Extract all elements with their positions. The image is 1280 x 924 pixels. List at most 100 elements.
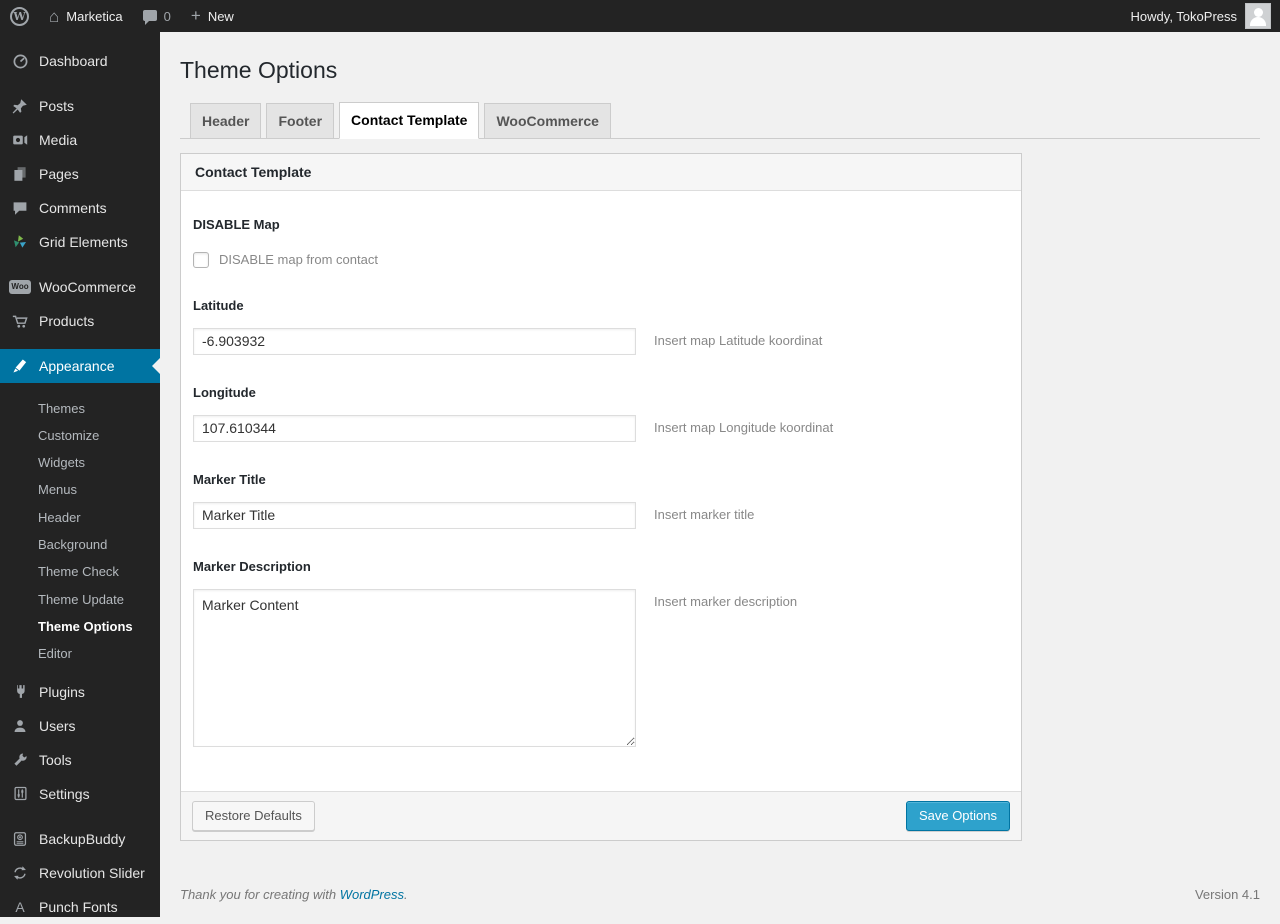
sidebar-item-settings[interactable]: Settings (0, 777, 160, 811)
longitude-input[interactable] (193, 414, 636, 442)
comments-shortcut[interactable]: 0 (133, 0, 181, 32)
refresh-arrows-icon (8, 865, 32, 881)
marker-description-help-text: Insert marker description (654, 593, 798, 609)
users-icon (8, 718, 32, 734)
field-label: Marker Description (193, 558, 311, 574)
panel-body: DISABLE Map DISABLE map from contact Lat… (181, 191, 1021, 791)
sidebar-item-comments[interactable]: Comments (0, 191, 160, 225)
field-label: Latitude (193, 297, 244, 313)
menu-separator (0, 259, 160, 270)
brush-icon (8, 358, 32, 374)
sidebar-item-revolution-slider[interactable]: Revolution Slider (0, 856, 160, 890)
grid-elements-icon (8, 234, 32, 250)
marker-title-input[interactable] (193, 501, 636, 529)
account-menu[interactable]: Howdy, TokoPress (1131, 0, 1280, 32)
sidebar-item-woocommerce[interactable]: Woo WooCommerce (0, 270, 160, 304)
latitude-help-text: Insert map Latitude koordinat (654, 332, 823, 348)
backup-disk-icon (8, 831, 32, 847)
comment-count: 0 (163, 8, 171, 24)
submenu-item-header[interactable]: Header (0, 504, 160, 531)
submenu-item-theme-check[interactable]: Theme Check (0, 559, 160, 586)
marker-title-help-text: Insert marker title (654, 506, 755, 522)
submenu-item-theme-update[interactable]: Theme Update (0, 586, 160, 613)
tab-header[interactable]: Header (190, 102, 262, 138)
comment-icon (8, 200, 32, 216)
sidebar-item-punch-fonts[interactable]: A Punch Fonts (0, 890, 160, 924)
submenu-item-themes[interactable]: Themes (0, 395, 160, 422)
wordpress-link[interactable]: WordPress (340, 887, 404, 902)
content-area: Theme Options Header Footer Contact Temp… (160, 32, 1280, 917)
version-text: Version 4.1 (1194, 887, 1260, 903)
tab-bar: Header Footer Contact Template WooCommer… (180, 101, 1260, 139)
site-link[interactable]: ⌂ Marketica (39, 0, 133, 32)
admin-menu: Dashboard Posts Media Pages Comments Gri… (0, 32, 160, 924)
field-label: DISABLE Map (193, 216, 280, 232)
admin-bar-left: W ⌂ Marketica 0 + New (0, 0, 244, 32)
contact-template-panel: Contact Template DISABLE Map DISABLE map… (180, 152, 1022, 842)
tools-icon (8, 752, 32, 768)
submenu-item-menus[interactable]: Menus (0, 477, 160, 504)
pin-icon (8, 98, 32, 114)
sidebar-item-users[interactable]: Users (0, 709, 160, 743)
checkbox-row: DISABLE map from contact (193, 251, 1009, 268)
field-longitude: Longitude Insert map Longitude koordinat (193, 385, 1009, 442)
media-icon (8, 132, 32, 148)
disable-map-checkbox[interactable] (193, 251, 209, 268)
plus-icon: + (190, 5, 201, 25)
panel-footer: Restore Defaults Save Options (181, 790, 1021, 841)
home-icon: ⌂ (49, 6, 60, 26)
sidebar-item-backupbuddy[interactable]: BackupBuddy (0, 822, 160, 856)
submenu-item-widgets[interactable]: Widgets (0, 450, 160, 477)
sidebar-item-tools[interactable]: Tools (0, 743, 160, 777)
sidebar-item-appearance[interactable]: Appearance (0, 349, 160, 383)
restore-defaults-button[interactable]: Restore Defaults (192, 800, 315, 832)
sidebar-item-posts[interactable]: Posts (0, 89, 160, 123)
plugin-icon (8, 684, 32, 699)
menu-separator (0, 668, 160, 675)
sidebar-item-grid-elements[interactable]: Grid Elements (0, 225, 160, 259)
field-label: Longitude (193, 384, 256, 400)
tab-footer[interactable]: Footer (266, 102, 335, 138)
cart-icon (8, 313, 32, 330)
site-name: Marketica (66, 8, 123, 24)
menu-separator (0, 338, 160, 349)
avatar (1245, 3, 1271, 29)
howdy-text: Howdy, TokoPress (1130, 8, 1237, 24)
dashboard-icon (8, 53, 32, 70)
sidebar-item-media[interactable]: Media (0, 123, 160, 157)
wordpress-logo-icon: W (10, 6, 29, 26)
admin-footer: Thank you for creating with WordPress. V… (180, 887, 1260, 902)
settings-icon (8, 786, 32, 801)
field-marker-title: Marker Title Insert marker title (193, 472, 1009, 529)
marker-description-textarea[interactable]: Marker Content (193, 588, 636, 747)
sidebar-item-products[interactable]: Products (0, 304, 160, 338)
checkbox-label: DISABLE map from contact (219, 252, 378, 268)
appearance-submenu: Themes Customize Widgets Menus Header Ba… (0, 383, 160, 668)
submenu-item-customize[interactable]: Customize (0, 422, 160, 449)
field-label: Marker Title (193, 471, 266, 487)
woocommerce-badge-icon: Woo (8, 280, 32, 294)
page-title: Theme Options (180, 57, 338, 83)
letter-a-icon: A (15, 898, 25, 915)
admin-sidebar: Dashboard Posts Media Pages Comments Gri… (0, 32, 160, 917)
sidebar-item-dashboard[interactable]: Dashboard (0, 44, 160, 78)
pages-icon (8, 166, 32, 182)
menu-separator (0, 811, 160, 822)
submenu-item-background[interactable]: Background (0, 531, 160, 558)
save-options-button[interactable]: Save Options (905, 800, 1010, 832)
new-label: New (207, 8, 234, 24)
tab-woocommerce[interactable]: WooCommerce (484, 102, 611, 138)
field-marker-description: Marker Description Marker Content Insert… (193, 559, 1009, 747)
comment-bubble-icon (142, 9, 157, 25)
latitude-input[interactable] (193, 327, 636, 355)
tab-contact-template[interactable]: Contact Template (339, 101, 480, 139)
longitude-help-text: Insert map Longitude koordinat (654, 419, 834, 435)
submenu-item-theme-options[interactable]: Theme Options (0, 613, 160, 640)
sidebar-item-pages[interactable]: Pages (0, 157, 160, 191)
wordpress-menu[interactable]: W (0, 0, 39, 32)
field-disable-map: DISABLE Map DISABLE map from contact (193, 217, 1009, 268)
field-latitude: Latitude Insert map Latitude koordinat (193, 298, 1009, 355)
sidebar-item-plugins[interactable]: Plugins (0, 675, 160, 709)
submenu-item-editor[interactable]: Editor (0, 641, 160, 668)
new-content-menu[interactable]: + New (181, 0, 244, 32)
